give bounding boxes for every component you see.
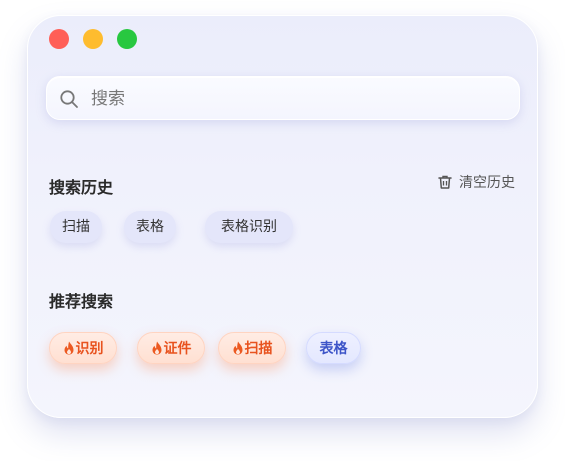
flame-icon	[152, 341, 161, 355]
minimize-window-button[interactable]	[83, 29, 103, 49]
close-window-button[interactable]	[49, 29, 69, 49]
search-input[interactable]	[89, 85, 503, 113]
flame-icon	[64, 341, 73, 355]
search-history-title: 搜索历史	[49, 178, 114, 197]
history-chip-scan[interactable]: 扫描	[50, 211, 102, 243]
history-chip-table-recognition[interactable]: 表格识别	[205, 211, 293, 243]
trash-icon	[438, 175, 452, 189]
recommended-chip-label: 扫描	[244, 341, 273, 357]
recommended-chip-label: 证件	[163, 341, 192, 357]
maximize-window-button[interactable]	[117, 29, 137, 49]
recommended-chip-scan[interactable]: 扫描	[218, 332, 286, 364]
clear-history-label: 清空历史	[459, 175, 515, 191]
recommended-chip-label: 识别	[75, 341, 104, 357]
recommended-search-title: 推荐搜索	[49, 292, 114, 311]
clear-history-button[interactable]: 清空历史	[437, 172, 515, 192]
recommended-chip-id-document[interactable]: 证件	[137, 332, 205, 364]
history-chip-table[interactable]: 表格	[124, 211, 176, 243]
search-panel-window: 搜索历史 清空历史 扫描 表格 表格识别 推荐搜索 识别 证件 扫描 表格	[27, 15, 538, 418]
search-icon	[60, 90, 78, 108]
search-bar[interactable]	[46, 76, 520, 120]
recommended-chip-recognize[interactable]: 识别	[49, 332, 117, 364]
flame-icon	[233, 341, 242, 355]
recommended-chip-table[interactable]: 表格	[306, 332, 361, 364]
